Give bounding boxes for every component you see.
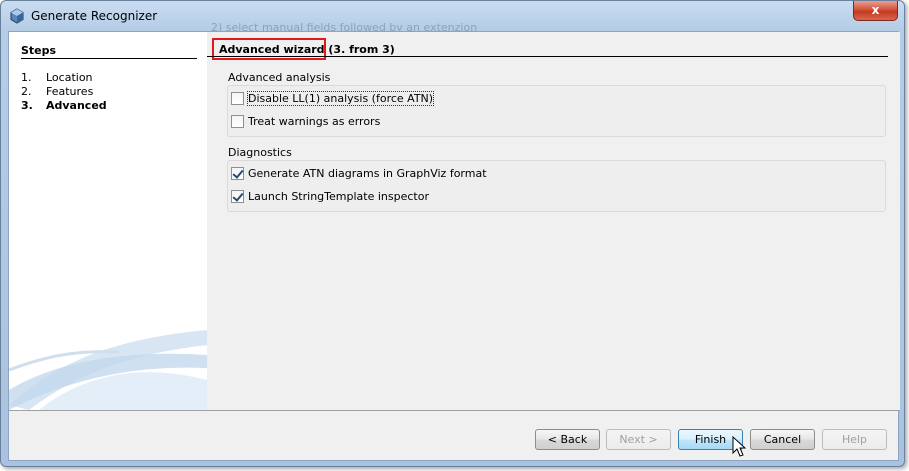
option-launch-stringtemplate[interactable]: Launch StringTemplate inspector — [231, 188, 429, 204]
wizard-content: Advanced wizard (3. from 3) Advanced ana… — [207, 32, 900, 410]
option-label: Disable LL(1) analysis (force ATN) — [246, 90, 435, 106]
panel-title-divider — [207, 56, 888, 57]
step-number: 2. — [21, 85, 32, 98]
group-label-advanced-analysis: Advanced analysis — [228, 71, 331, 84]
decorative-swirl-graphic — [9, 330, 207, 410]
step-label: Advanced — [46, 99, 107, 112]
option-label: Launch StringTemplate inspector — [248, 189, 429, 203]
dialog-client-area: Steps 1. Location 2. Features 3. Advanced — [8, 31, 900, 461]
next-button[interactable]: Next > — [606, 429, 671, 450]
step-item-features: 2. Features — [21, 85, 107, 99]
checkbox-launch-stringtemplate[interactable] — [231, 189, 244, 203]
close-button[interactable]: x — [853, 1, 898, 21]
option-disable-ll1[interactable]: Disable LL(1) analysis (force ATN) — [231, 90, 435, 106]
checkbox-generate-atn[interactable] — [231, 166, 244, 180]
help-button[interactable]: Help — [822, 429, 887, 450]
cancel-button[interactable]: Cancel — [750, 429, 815, 450]
step-label: Features — [46, 85, 94, 98]
panel-title-suffix: (3. from 3) — [324, 43, 395, 56]
option-label: Treat warnings as errors — [248, 114, 381, 128]
steps-divider — [21, 58, 197, 59]
footer-divider — [9, 410, 900, 411]
group-label-diagnostics: Diagnostics — [228, 146, 292, 159]
checkbox-disable-ll1[interactable] — [231, 91, 244, 105]
option-generate-atn-diagrams[interactable]: Generate ATN diagrams in GraphViz format — [231, 165, 487, 181]
step-item-location: 1. Location — [21, 71, 107, 85]
mouse-pointer-icon — [732, 436, 747, 457]
steps-heading: Steps — [21, 44, 57, 57]
step-label: Location — [46, 71, 93, 84]
netbeans-cube-icon — [10, 8, 24, 24]
steps-panel: Steps 1. Location 2. Features 3. Advanced — [9, 32, 207, 410]
dialog-window: Generate Recognizer 2) select manual fie… — [0, 0, 905, 467]
window-title: Generate Recognizer — [31, 9, 158, 23]
back-button[interactable]: < Back — [535, 429, 600, 450]
title-bar[interactable]: Generate Recognizer 2) select manual fie… — [1, 1, 904, 34]
option-label: Generate ATN diagrams in GraphViz format — [248, 166, 487, 180]
checkbox-treat-warnings[interactable] — [231, 114, 244, 128]
step-number: 3. — [21, 99, 33, 112]
close-icon: x — [871, 3, 880, 17]
step-item-advanced: 3. Advanced — [21, 99, 107, 113]
step-number: 1. — [21, 71, 32, 84]
option-treat-warnings-as-errors[interactable]: Treat warnings as errors — [231, 113, 380, 129]
steps-list: 1. Location 2. Features 3. Advanced — [21, 71, 107, 113]
